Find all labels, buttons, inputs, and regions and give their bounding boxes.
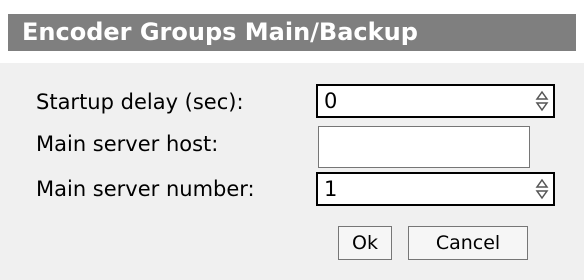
up-down-spinner-icon[interactable]: [535, 178, 549, 200]
startup-delay-value: 0: [324, 89, 338, 113]
encoder-groups-dialog: Encoder Groups Main/Backup Startup delay…: [0, 0, 584, 280]
up-down-spinner-icon[interactable]: [535, 90, 549, 112]
dialog-title: Encoder Groups Main/Backup: [22, 18, 418, 46]
main-server-host-label: Main server host:: [36, 132, 219, 156]
startup-delay-label: Startup delay (sec):: [36, 90, 244, 114]
ok-button[interactable]: Ok: [338, 226, 392, 260]
main-server-host-input[interactable]: [318, 126, 530, 168]
title-strip: Encoder Groups Main/Backup: [8, 14, 576, 51]
main-server-number-spinner[interactable]: 1: [316, 172, 555, 206]
title-bar: Encoder Groups Main/Backup: [0, 0, 584, 63]
main-server-number-value: 1: [324, 177, 338, 201]
startup-delay-spinner[interactable]: 0: [316, 84, 555, 118]
cancel-button[interactable]: Cancel: [408, 226, 528, 260]
main-server-number-label: Main server number:: [36, 177, 255, 201]
